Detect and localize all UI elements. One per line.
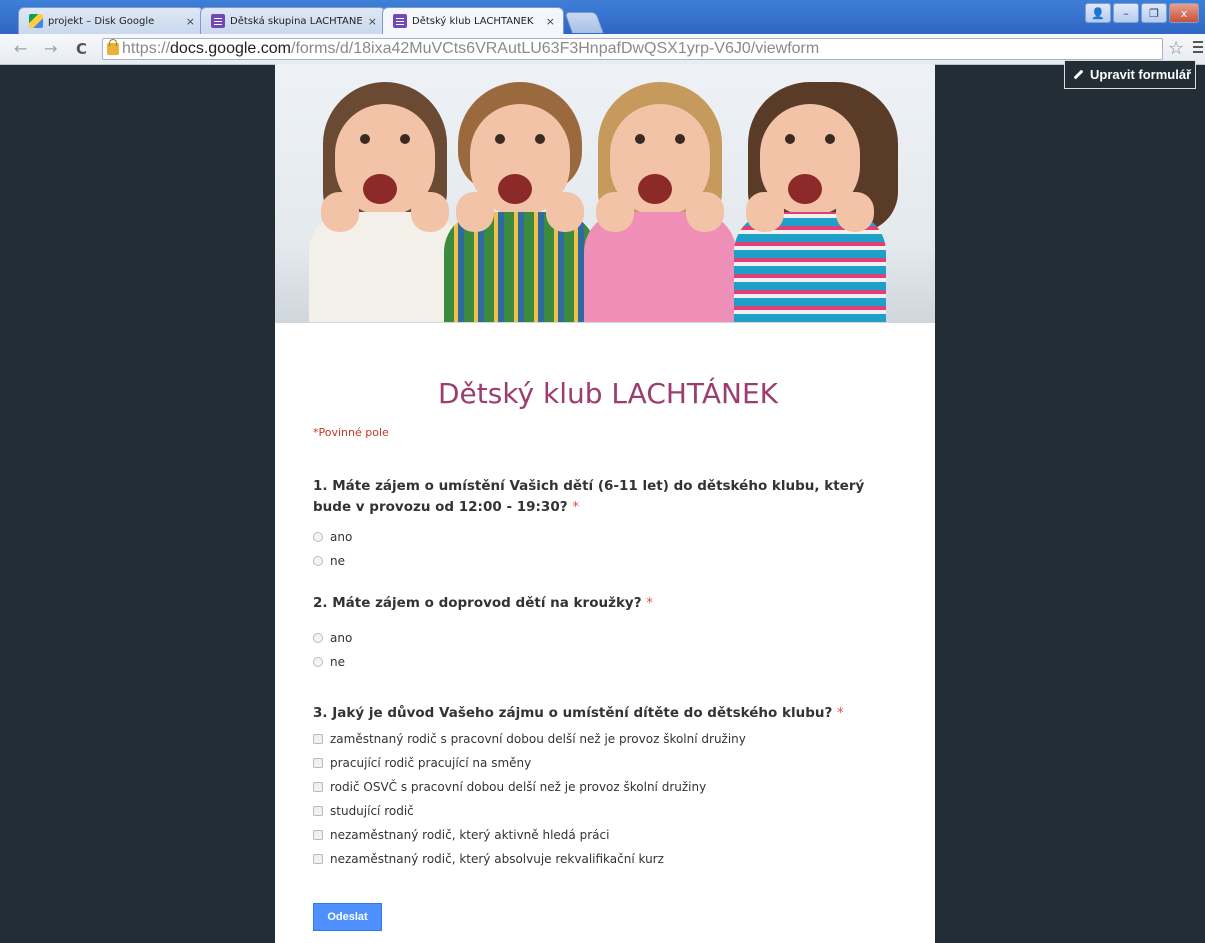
google-forms-icon	[211, 14, 225, 28]
tab-title: projekt – Disk Google	[48, 15, 155, 27]
form-card: Dětský klub LACHTÁNEK *Povinné pole 1. M…	[275, 64, 935, 943]
child-illustration	[734, 82, 900, 322]
question-2-title: 2. Máte zájem o doprovod dětí na kroužky…	[313, 595, 654, 611]
minimize-button[interactable]: –	[1113, 3, 1139, 23]
tab-projekt-disk-google[interactable]: projekt – Disk Google ×	[18, 7, 204, 34]
question-3-option-6[interactable]: nezaměstnaný rodič, který absolvuje rekv…	[313, 852, 664, 866]
edit-form-label: Upravit formulář	[1090, 67, 1192, 82]
close-icon[interactable]: ×	[546, 15, 555, 28]
forward-button[interactable]: →	[44, 39, 57, 59]
question-2-option-ano[interactable]: ano	[313, 631, 352, 645]
question-3-option-4[interactable]: studující rodič	[313, 804, 414, 818]
required-mark: *	[572, 499, 580, 515]
google-drive-icon	[29, 14, 43, 28]
radio-button[interactable]	[313, 556, 323, 566]
window-controls: 👤 – ❐ x	[1085, 3, 1199, 23]
restore-button[interactable]: ❐	[1141, 3, 1167, 23]
browser-tab-strip: projekt – Disk Google × Dětská skupina L…	[0, 0, 1205, 34]
question-3-option-2[interactable]: pracující rodič pracující na směny	[313, 756, 531, 770]
form-title: Dětský klub LACHTÁNEK	[437, 377, 779, 410]
checkbox[interactable]	[313, 734, 323, 744]
menu-icon[interactable]	[1193, 41, 1203, 56]
question-1-title: 1. Máte zájem o umístění Vašich dětí (6-…	[313, 478, 865, 515]
close-icon[interactable]: ×	[186, 15, 195, 28]
user-icon[interactable]: 👤	[1085, 3, 1111, 23]
radio-button[interactable]	[313, 657, 323, 667]
close-window-button[interactable]: x	[1169, 3, 1199, 23]
question-3-option-1[interactable]: zaměstnaný rodič s pracovní dobou delší …	[313, 732, 746, 746]
tab-detska-skupina[interactable]: Dětská skupina LACHTÁNEK ×	[200, 7, 386, 34]
new-tab-button[interactable]	[564, 12, 604, 33]
checkbox[interactable]	[313, 854, 323, 864]
question-3-title: 3. Jaký je důvod Vašeho zájmu o umístění…	[313, 705, 844, 721]
child-illustration	[309, 82, 461, 322]
header-image	[275, 64, 935, 323]
lock-icon	[107, 39, 119, 55]
url-path: /forms/d/18ixa42MuVCts6VRAutLU63F3HnpafD…	[291, 40, 820, 57]
child-illustration	[444, 82, 596, 322]
required-mark: *	[646, 595, 654, 611]
url-host: docs.google.com	[170, 40, 291, 57]
child-illustration	[584, 82, 736, 322]
required-note: *Povinné pole	[313, 426, 389, 439]
back-button[interactable]: ←	[14, 39, 27, 59]
radio-button[interactable]	[313, 532, 323, 542]
edit-form-button[interactable]: Upravit formulář	[1064, 60, 1196, 89]
question-2-option-ne[interactable]: ne	[313, 655, 345, 669]
radio-button[interactable]	[313, 633, 323, 643]
checkbox[interactable]	[313, 782, 323, 792]
reload-button[interactable]: C	[76, 39, 87, 59]
bookmark-star-icon[interactable]: ☆	[1168, 38, 1184, 59]
pencil-icon	[1073, 69, 1084, 80]
checkbox[interactable]	[313, 806, 323, 816]
tab-detsky-klub[interactable]: Dětský klub LACHTÁNEK ×	[382, 7, 564, 34]
address-bar[interactable]: https://docs.google.com/forms/d/18ixa42M…	[102, 38, 1163, 60]
question-3-option-3[interactable]: rodič OSVČ s pracovní dobou delší než je…	[313, 780, 706, 794]
browser-toolbar: ← → C https://docs.google.com/forms/d/18…	[0, 34, 1205, 65]
question-3-option-5[interactable]: nezaměstnaný rodič, který aktivně hledá …	[313, 828, 609, 842]
required-mark: *	[837, 705, 844, 721]
checkbox[interactable]	[313, 758, 323, 768]
close-icon[interactable]: ×	[368, 15, 377, 28]
submit-button[interactable]: Odeslat	[313, 903, 382, 931]
question-1-option-ne[interactable]: ne	[313, 554, 345, 568]
tab-title: Dětský klub LACHTÁNEK	[412, 15, 534, 27]
url-scheme: https://	[122, 40, 171, 57]
google-forms-icon	[393, 14, 407, 28]
tab-title: Dětská skupina LACHTÁNEK	[230, 15, 362, 27]
checkbox[interactable]	[313, 830, 323, 840]
question-1-option-ano[interactable]: ano	[313, 530, 352, 544]
